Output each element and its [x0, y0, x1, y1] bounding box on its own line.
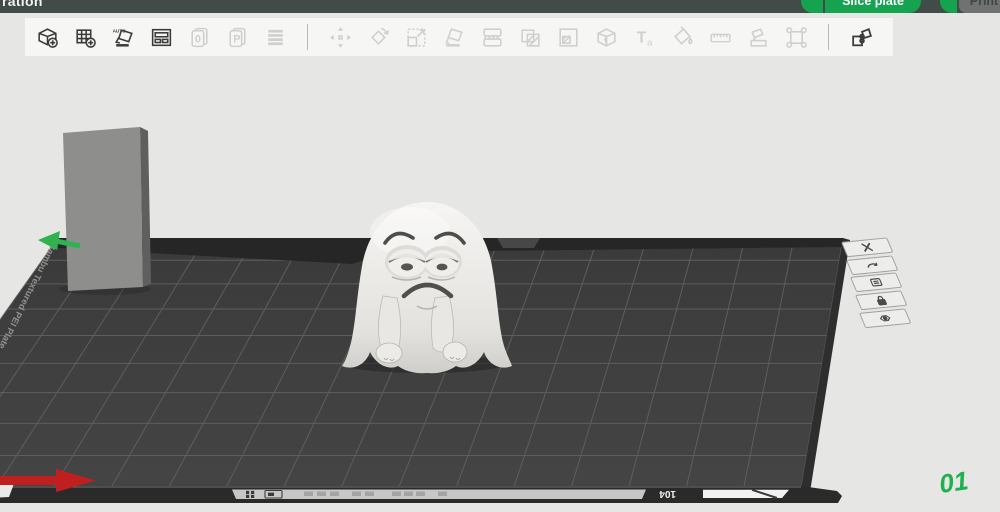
paint-button — [669, 24, 695, 50]
auto-orient-button[interactable] — [110, 24, 136, 50]
window-title: ration — [2, 0, 43, 9]
add-model-button[interactable] — [34, 24, 60, 50]
swap-plate-icon — [863, 259, 880, 272]
print-button[interactable]: Print — [959, 0, 1000, 13]
assemble-button — [783, 24, 809, 50]
auto-orient-icon — [111, 25, 136, 50]
toolbar — [25, 18, 893, 56]
scale-button — [403, 24, 429, 50]
model-sad-ghost[interactable] — [342, 202, 512, 374]
title-bar: ration Slice plate Print — [0, 0, 1000, 13]
split-button — [479, 24, 505, 50]
slice-dropdown-button[interactable] — [801, 0, 823, 13]
mesh-edit-button — [593, 24, 619, 50]
plate-settings-icon — [868, 276, 885, 289]
lay-flat-icon — [442, 25, 467, 50]
add-plate-icon — [73, 25, 98, 50]
plate-number: 01 — [937, 465, 970, 499]
assembly-view-icon — [849, 25, 874, 50]
object-list-button — [262, 24, 288, 50]
measure-button — [707, 24, 733, 50]
arrange-button[interactable] — [148, 24, 174, 50]
focus-plate-icon — [877, 312, 894, 325]
toolbar-separator — [307, 24, 308, 50]
rotate-button — [365, 24, 391, 50]
fill-icon — [556, 25, 581, 50]
doc-0-icon — [187, 25, 212, 50]
split-objects-button — [745, 24, 771, 50]
move-button — [327, 24, 353, 50]
object-list-icon — [263, 25, 288, 50]
print-dropdown-button[interactable] — [940, 0, 957, 13]
doc-p-icon — [225, 25, 250, 50]
lock-plate-icon — [872, 294, 889, 307]
paint-icon — [670, 25, 695, 50]
variable-layer-button — [517, 24, 543, 50]
measure-icon — [708, 25, 733, 50]
plate-edge-code: 104 — [659, 488, 676, 499]
mesh-edit-icon — [594, 25, 619, 50]
plate-handle-mark — [703, 488, 789, 499]
add-model-icon — [35, 25, 60, 50]
move-icon — [328, 25, 353, 50]
slice-plate-label: Slice plate — [842, 0, 904, 8]
print-label: Print — [969, 0, 999, 8]
delete-plate-icon — [859, 241, 876, 254]
prime-tower[interactable] — [59, 127, 151, 295]
doc-0-button — [186, 24, 212, 50]
assembly-view-button[interactable] — [848, 24, 874, 50]
plate-back-notch — [497, 238, 540, 248]
lay-flat-button — [441, 24, 467, 50]
split-icon — [480, 25, 505, 50]
toolbar-separator — [828, 24, 829, 50]
arrange-icon — [149, 25, 174, 50]
slice-plate-button[interactable]: Slice plate — [825, 0, 921, 13]
assemble-icon — [784, 25, 809, 50]
add-text-button — [631, 24, 657, 50]
add-text-icon — [632, 25, 657, 50]
variable-layer-icon — [518, 25, 543, 50]
fill-button — [555, 24, 581, 50]
add-plate-button[interactable] — [72, 24, 98, 50]
split-objects-icon — [746, 25, 771, 50]
scale-icon — [404, 25, 429, 50]
application-window: 104 Bambu Textured PEI Plate 01 ration S… — [0, 0, 1000, 512]
rotate-icon — [366, 25, 391, 50]
doc-p-button — [224, 24, 250, 50]
